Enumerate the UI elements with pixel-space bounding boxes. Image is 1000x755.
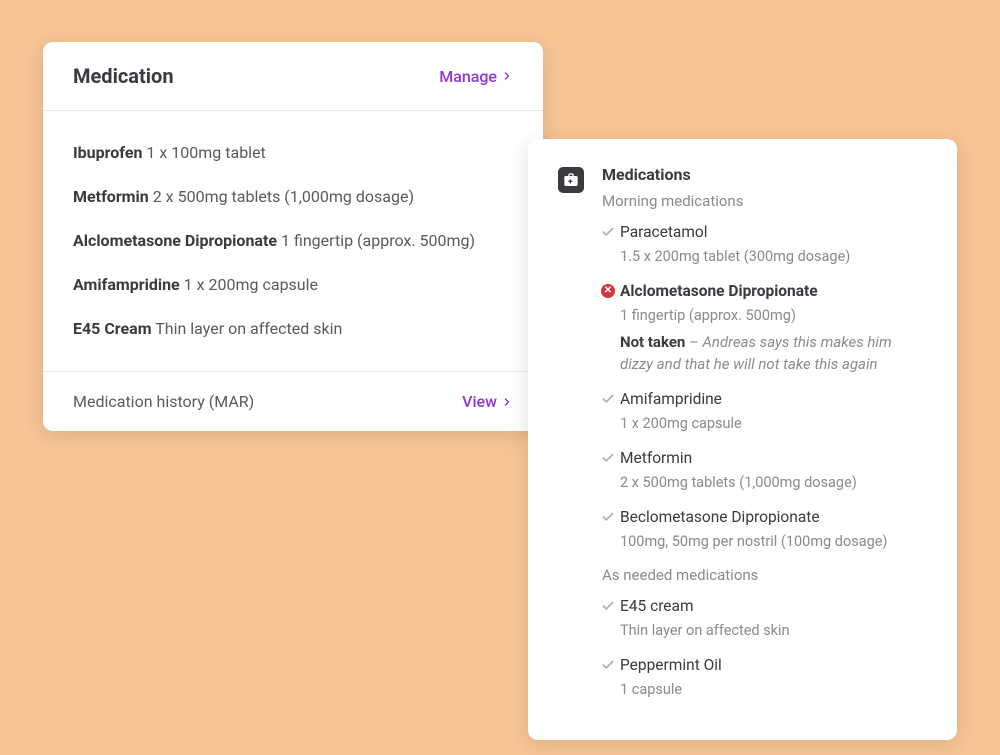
card-title: Medications	[602, 165, 927, 184]
medication-row: Beclometasone Dipropionate 100mg, 50mg pe…	[602, 507, 927, 552]
manage-link[interactable]: Manage	[439, 67, 513, 86]
medication-dose: 1 x 200mg capsule	[180, 275, 318, 294]
medication-item: Amifampridine 1 x 200mg capsule	[73, 263, 513, 307]
medication-item: Ibuprofen 1 x 100mg tablet	[73, 131, 513, 175]
chevron-right-icon	[501, 70, 513, 82]
medications-detail-card: Medications Morning medications Paraceta…	[528, 139, 957, 740]
medication-row: Metformin 2 x 500mg tablets (1,000mg dosa…	[602, 448, 927, 493]
medication-item: E45 Cream Thin layer on affected skin	[73, 307, 513, 351]
morning-medications-list: Paracetamol 1.5 x 200mg tablet (300mg dos…	[602, 222, 927, 552]
medication-row: Peppermint Oil 1 capsule	[602, 655, 927, 700]
medication-name: Alclometasone Dipropionate	[73, 231, 277, 250]
medication-name: Metformin	[620, 448, 927, 470]
section-label-asneeded: As needed medications	[602, 566, 927, 584]
footer-label: Medication history (MAR)	[73, 392, 254, 411]
card-title: Medication	[73, 64, 174, 88]
medication-name: Ibuprofen	[73, 143, 142, 162]
error-icon: ✕	[600, 283, 616, 299]
medication-name: Amifampridine	[620, 389, 927, 411]
medication-item: Alclometasone Dipropionate 1 fingertip (…	[73, 219, 513, 263]
medication-row: Paracetamol 1.5 x 200mg tablet (300mg dos…	[602, 222, 927, 267]
view-link[interactable]: View	[462, 392, 513, 411]
asneeded-medications-list: E45 cream Thin layer on affected skin Pepp…	[602, 596, 927, 700]
section-label-morning: Morning medications	[602, 192, 927, 210]
medication-dose: 1 capsule	[620, 680, 927, 700]
check-icon	[600, 450, 616, 466]
note-separator: –	[685, 333, 702, 351]
check-icon	[600, 224, 616, 240]
medication-row: E45 cream Thin layer on affected skin	[602, 596, 927, 641]
medication-name: Peppermint Oil	[620, 655, 927, 677]
medication-row: Amifampridine 1 x 200mg capsule	[602, 389, 927, 434]
check-icon	[600, 509, 616, 525]
medication-list: Ibuprofen 1 x 100mg tabletMetformin 2 x …	[43, 111, 543, 371]
medkit-icon	[558, 167, 584, 193]
not-taken-label: Not taken	[620, 333, 685, 351]
medication-dose: 2 x 500mg tablets (1,000mg dosage)	[620, 473, 927, 493]
medication-dose: 1 fingertip (approx. 500mg)	[277, 231, 475, 250]
check-icon	[600, 657, 616, 673]
medication-dose: 1 fingertip (approx. 500mg)	[620, 306, 927, 326]
medication-dose: 1 x 200mg capsule	[620, 414, 927, 434]
medication-card: Medication Manage Ibuprofen 1 x 100mg ta…	[43, 42, 543, 431]
check-icon	[600, 391, 616, 407]
medication-row: ✕Alclometasone Dipropionate 1 fingertip (…	[602, 281, 927, 375]
medication-name: Alclometasone Dipropionate	[620, 281, 927, 303]
medication-name: Amifampridine	[73, 275, 180, 294]
check-icon	[600, 598, 616, 614]
medication-dose: Thin layer on affected skin	[152, 319, 343, 338]
medication-dose: 1.5 x 200mg tablet (300mg dosage)	[620, 247, 927, 267]
card-footer: Medication history (MAR) View	[43, 371, 543, 431]
medication-name: Beclometasone Dipropionate	[620, 507, 927, 529]
not-taken-note: Not taken – Andreas says this makes him …	[620, 332, 927, 376]
chevron-right-icon	[501, 396, 513, 408]
view-label: View	[462, 392, 497, 411]
medication-item: Metformin 2 x 500mg tablets (1,000mg dos…	[73, 175, 513, 219]
medication-dose: 100mg, 50mg per nostril (100mg dosage)	[620, 532, 927, 552]
medication-dose: Thin layer on affected skin	[620, 621, 927, 641]
medication-name: E45 cream	[620, 596, 927, 618]
medication-dose: 1 x 100mg tablet	[142, 143, 265, 162]
medication-name: Paracetamol	[620, 222, 927, 244]
medication-dose: 2 x 500mg tablets (1,000mg dosage)	[149, 187, 414, 206]
card-header: Medication Manage	[43, 42, 543, 111]
medication-name: E45 Cream	[73, 319, 152, 338]
manage-label: Manage	[439, 67, 497, 86]
medication-name: Metformin	[73, 187, 149, 206]
